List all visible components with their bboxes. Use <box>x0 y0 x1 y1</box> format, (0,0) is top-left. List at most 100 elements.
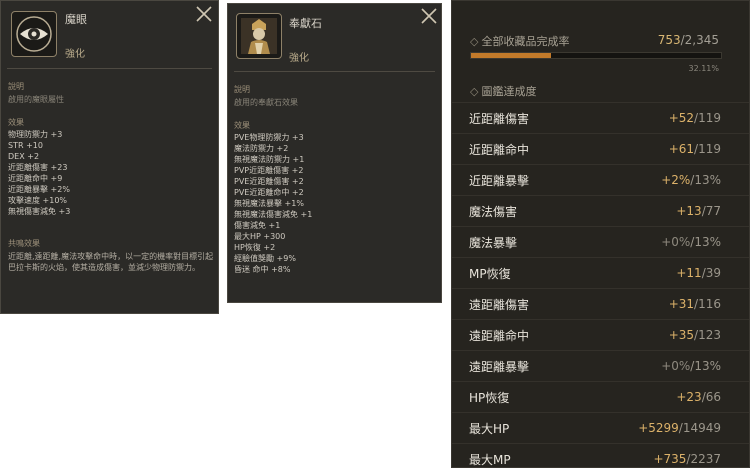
close-icon <box>421 8 437 24</box>
effect-item: 昏迷 命中 +8% <box>234 265 291 274</box>
stone-title: 奉獻石 <box>289 17 322 30</box>
achievement-row: 魔法暴擊 +0%/13% <box>452 226 749 257</box>
stone-effect-heading: 效果 <box>234 121 250 130</box>
achievement-max: /123 <box>694 328 721 342</box>
eye-title: 魔眼 <box>65 13 87 26</box>
effect-item: 最大HP +300 <box>234 232 286 241</box>
collection-total: /2,345 <box>680 33 719 47</box>
achievement-value: +0%/13% <box>661 359 721 373</box>
achievement-label: 魔法傷害 <box>469 204 518 219</box>
offering-stone-figure-icon <box>236 13 282 59</box>
achievement-value: +5299/14949 <box>638 421 721 435</box>
stone-desc-heading: 說明 <box>234 85 250 94</box>
stone-close-button[interactable] <box>419 6 439 26</box>
effect-item: 近距離傷害 +23 <box>8 163 68 172</box>
achievement-row: 最大HP +5299/14949 <box>452 412 749 443</box>
collection-current: 753 <box>657 33 681 47</box>
achievement-row: 近距離暴擊 +2%/13% <box>452 164 749 195</box>
effect-item: HP恢復 +2 <box>234 243 276 252</box>
achievement-bonus: +5299 <box>638 421 679 435</box>
effect-item: 魔法防禦力 +2 <box>234 144 289 153</box>
diamond-bullet-icon: ◇ <box>470 85 479 98</box>
eye-divider <box>7 68 212 69</box>
achievement-value: +61/119 <box>669 142 721 156</box>
eye-desc-text: 啟用的魔眼屬性 <box>8 95 64 104</box>
achievement-row: 近距離命中 +61/119 <box>452 133 749 164</box>
achievement-row: MP恢復 +11/39 <box>452 257 749 288</box>
achievement-label: 最大HP <box>469 421 510 436</box>
achievement-label: 遠距離傷害 <box>469 297 530 312</box>
effect-item: PVE近距離命中 +2 <box>234 188 304 197</box>
stone-effect-list: PVE物理防禦力 +3 魔法防禦力 +2 無視魔法防禦力 +1 PVP近距離傷害… <box>234 132 312 275</box>
effect-item: 經驗值獎勵 +9% <box>234 254 296 263</box>
eye-effect-list: 物理防禦力 +3 STR +10 DEX +2 近距離傷害 +23 近距離命中 … <box>8 129 70 217</box>
achievement-max: /66 <box>701 390 721 404</box>
achievement-value: +31/116 <box>669 297 721 311</box>
achievement-bonus: +0% <box>661 235 691 249</box>
offering-stone-tooltip-panel: 奉獻石 強化 說明 啟用的奉獻石效果 效果 PVE物理防禦力 +3 魔法防禦力 … <box>227 3 442 303</box>
achievement-row: 最大MP +735/2237 <box>452 443 749 467</box>
close-icon <box>196 6 212 22</box>
achievement-value: +11/39 <box>676 266 721 280</box>
achievement-value: +52/119 <box>669 111 721 125</box>
collection-progress-panel: ◇ 全部收藏品完成率 753/2,345 32.11% ◇ 圖鑑達成度 近距離傷害 … <box>451 0 750 468</box>
collection-count: 753/2,345 <box>658 33 719 47</box>
effect-item: 無視魔法傷害減免 +1 <box>234 210 313 219</box>
achievement-header-label: 圖鑑達成度 <box>481 85 537 98</box>
achievement-value: +2%/13% <box>661 173 721 187</box>
achievement-row: HP恢復 +23/66 <box>452 381 749 412</box>
achievement-bonus: +735 <box>653 452 687 466</box>
achievement-bonus: +13 <box>676 204 702 218</box>
achievement-label: MP恢復 <box>469 266 511 281</box>
effect-item: DEX +2 <box>8 152 40 161</box>
effect-item: 物理防禦力 +3 <box>8 130 63 139</box>
achievement-row: 近距離傷害 +52/119 <box>452 102 749 133</box>
achievement-max: /119 <box>694 142 721 156</box>
achievement-list: 近距離傷害 +52/119 近距離命中 +61/119 近距離暴擊 +2%/13… <box>452 102 749 467</box>
effect-item: PVE物理防禦力 +3 <box>234 133 304 142</box>
collection-header: ◇ 全部收藏品完成率 <box>470 33 569 49</box>
effect-item: 攻擊速度 +10% <box>8 196 68 205</box>
achievement-bonus: +61 <box>668 142 695 156</box>
achievement-label: 近距離暴擊 <box>469 173 530 188</box>
effect-item: 傷害減免 +1 <box>234 221 281 230</box>
achievement-max: /77 <box>701 204 721 218</box>
achievement-value: +735/2237 <box>653 452 721 466</box>
achievement-max: /13% <box>690 235 721 249</box>
effect-item: 近距離暴擊 +2% <box>8 185 70 194</box>
achievement-value: +13/77 <box>676 204 721 218</box>
achievement-bonus: +2% <box>661 173 691 187</box>
effect-item: PVP近距離傷害 +2 <box>234 166 304 175</box>
achievement-max: /116 <box>694 297 721 311</box>
achievement-row: 魔法傷害 +13/77 <box>452 195 749 226</box>
effect-item: PVE近距離傷害 +2 <box>234 177 304 186</box>
achievement-value: +35/123 <box>669 328 721 342</box>
eye-subtitle: 強化 <box>65 49 85 60</box>
achievement-bonus: +52 <box>668 111 695 125</box>
achievement-row: 遠距離傷害 +31/116 <box>452 288 749 319</box>
eye-effect-heading: 效果 <box>8 118 24 127</box>
eye-tooltip-panel: 魔眼 強化 說明 啟用的魔眼屬性 效果 物理防禦力 +3 STR +10 DEX… <box>0 0 219 314</box>
stone-desc-text: 啟用的奉獻石效果 <box>234 98 298 107</box>
achievement-value: +0%/13% <box>661 235 721 249</box>
eye-resonance-text: 近距離,遠距離,魔法攻擊命中時，以一定的機率對目標引起巴拉卡斯的火焰，使其造成傷… <box>8 252 214 272</box>
eye-close-button[interactable] <box>194 4 214 24</box>
achievement-bonus: +31 <box>668 297 695 311</box>
achievement-header: ◇ 圖鑑達成度 <box>470 83 536 99</box>
effect-item: STR +10 <box>8 141 43 150</box>
achievement-label: 遠距離命中 <box>469 328 530 343</box>
achievement-label: 近距離命中 <box>469 142 530 157</box>
achievement-label: 魔法暴擊 <box>469 235 518 250</box>
achievement-row: 遠距離暴擊 +0%/13% <box>452 350 749 381</box>
diamond-bullet-icon: ◇ <box>470 35 479 48</box>
achievement-max: /39 <box>701 266 721 280</box>
achievement-max: /13% <box>690 359 721 373</box>
collection-header-label: 全部收藏品完成率 <box>481 35 570 48</box>
achievement-label: 遠距離暴擊 <box>469 359 530 374</box>
achievement-row: 遠距離命中 +35/123 <box>452 319 749 350</box>
stone-divider <box>234 71 435 72</box>
achievement-max: /13% <box>690 173 721 187</box>
effect-item: 近距離命中 +9 <box>8 174 63 183</box>
achievement-bonus: +0% <box>661 359 691 373</box>
collection-progress-percent: 32.11% <box>688 64 719 73</box>
